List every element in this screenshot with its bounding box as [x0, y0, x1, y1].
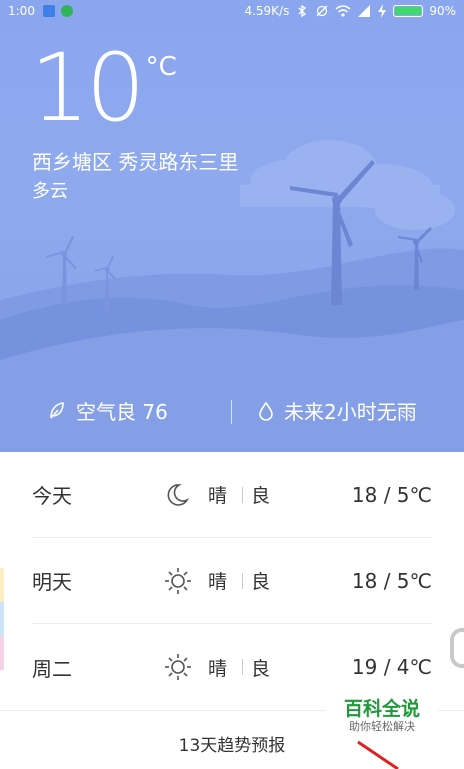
- moon-icon: [164, 482, 208, 508]
- status-time: 1:00: [8, 4, 35, 18]
- wifi-icon: [335, 5, 351, 17]
- signal-icon: [358, 5, 371, 17]
- forecast-separator: [242, 572, 243, 589]
- battery-icon: [393, 5, 424, 17]
- forecast-weather: 晴: [208, 485, 228, 507]
- leaf-icon: [50, 401, 64, 419]
- side-drawer-handle[interactable]: [450, 628, 464, 668]
- network-speed: 4.59K/s: [244, 4, 290, 18]
- app-icon-blue: [42, 5, 55, 17]
- forecast-quality: 良: [251, 485, 271, 507]
- sun-icon: [164, 567, 208, 595]
- status-right-group: 4.59K/s 90%: [244, 0, 456, 22]
- forecast-weather: 晴: [208, 657, 228, 680]
- info-divider: [231, 400, 232, 424]
- battery-fill: [395, 7, 421, 15]
- weather-hero: 1:00 4.59K/s 90% 10 °C 西乡塘区 秀灵路东三里 多云 空气…: [0, 0, 464, 452]
- forecast-row[interactable]: 明天 晴 良 18 / 5℃: [32, 538, 432, 624]
- side-tab-yellow: [0, 568, 4, 602]
- side-tab-blue: [0, 602, 4, 636]
- temperature-unit: °C: [145, 52, 177, 82]
- forecast-separator: [242, 486, 243, 503]
- forecast-row[interactable]: 今天 晴 良 18 / 5℃: [32, 452, 432, 538]
- air-quality-text: 空气良 76: [76, 400, 168, 424]
- weather-condition: 多云: [32, 181, 68, 202]
- app-icon-green: [60, 5, 73, 17]
- hero-info-bar: 空气良 76 未来2小时无雨: [0, 396, 464, 428]
- current-temperature: 10 °C: [30, 42, 177, 136]
- water-drop-icon: [259, 401, 273, 421]
- sun-icon: [164, 653, 208, 681]
- watermark-subtitle: 助你轻松解决: [349, 720, 415, 733]
- temperature-value: 10: [30, 34, 146, 143]
- battery-percent: 90%: [429, 4, 456, 18]
- location-label[interactable]: 西乡塘区 秀灵路东三里: [32, 146, 238, 175]
- rain-forecast-text: 未来2小时无雨: [284, 400, 417, 424]
- forecast-temp: 19 / 4℃: [351, 655, 432, 679]
- side-tab-pink: [0, 636, 4, 670]
- rain-forecast[interactable]: 未来2小时无雨: [258, 396, 417, 425]
- forecast-day: 明天: [32, 570, 72, 594]
- forecast-weather: 晴: [208, 571, 228, 593]
- side-color-tabs: [0, 568, 4, 670]
- forecast-temp: 18 / 5℃: [351, 568, 432, 593]
- bluetooth-icon: [298, 4, 307, 18]
- forecast-day: 今天: [32, 484, 72, 508]
- status-bar: 1:00 4.59K/s 90%: [0, 0, 464, 22]
- forecast-day: 周二: [32, 656, 72, 681]
- charging-icon: [378, 4, 387, 18]
- watermark-title: 百科全说: [343, 698, 420, 720]
- watermark-logo: 百科全说 助你轻松解决: [326, 692, 438, 746]
- forecast-quality: 良: [251, 657, 271, 680]
- forecast-temp: 18 / 5℃: [351, 482, 432, 507]
- air-quality[interactable]: 空气良 76: [48, 396, 168, 425]
- sync-icon: [316, 5, 328, 17]
- forecast-quality: 良: [251, 571, 271, 593]
- forecast-separator: [242, 659, 243, 675]
